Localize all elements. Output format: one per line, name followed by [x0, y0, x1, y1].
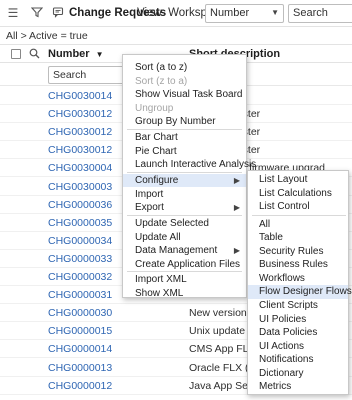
search-input[interactable]: Search — [288, 4, 352, 23]
menu-item-label: Configure — [135, 175, 179, 186]
menu-item-label: Group By Number — [135, 116, 216, 127]
menu-item-export[interactable]: Export ▶ — [123, 201, 246, 214]
menu-divider — [127, 270, 242, 272]
select-all-checkbox[interactable] — [11, 49, 21, 59]
menu-item-label: Launch Interactive Analysis — [135, 159, 257, 170]
row-number-link[interactable]: CHG0030012 — [48, 126, 112, 138]
row-number-link[interactable]: CHG0000012 — [48, 380, 112, 392]
submenu-item-business-rules[interactable]: Business Rules — [248, 258, 348, 272]
menu-item-pie-chart[interactable]: Pie Chart — [123, 145, 246, 158]
menu-item-label: Import — [135, 188, 164, 200]
row-number-link[interactable]: CHG0000034 — [48, 235, 112, 247]
menu-item-show-visual-task-board[interactable]: Show Visual Task Board — [123, 88, 246, 101]
number-column-search-input[interactable]: Search — [48, 66, 130, 84]
row-number-link[interactable]: CHG0030004 — [48, 162, 112, 174]
row-number-link[interactable]: CHG0000013 — [48, 362, 112, 374]
menu-item-sort-z-to-a[interactable]: Sort (z to a) — [123, 75, 246, 88]
filter-icon[interactable] — [30, 6, 44, 20]
row-number-link[interactable]: CHG0030003 — [48, 181, 112, 193]
menu-item-configure[interactable]: Configure ▶ — [123, 174, 246, 187]
column-header-number[interactable]: Number ▼ — [48, 48, 104, 60]
menu-item-update-all[interactable]: Update All — [123, 231, 246, 244]
menu-item-label: Bar Chart — [135, 132, 178, 143]
menu-item-sort-a-to-z[interactable]: Sort (a to z) — [123, 61, 246, 74]
submenu-item-client-scripts[interactable]: Client Scripts — [248, 299, 348, 313]
breadcrumb[interactable]: All > Active = true — [6, 30, 88, 42]
submenu-item-metrics[interactable]: Metrics — [248, 380, 348, 394]
row-number-link[interactable]: CHG0000031 — [48, 289, 112, 301]
menu-item-label: Sort (z to a) — [135, 75, 188, 87]
row-number-link[interactable]: CHG0000015 — [48, 325, 112, 337]
submenu-item-list-calculations[interactable]: List Calculations — [248, 187, 348, 201]
menu-item-label: Show Visual Task Board — [135, 89, 243, 100]
row-number-link[interactable]: CHG0000036 — [48, 199, 112, 211]
menu-item-update-selected[interactable]: Update Selected — [123, 217, 246, 230]
chevron-right-icon: ▶ — [233, 176, 240, 185]
submenu-item-notifications[interactable]: Notifications — [248, 353, 348, 367]
menu-item-label: Create Application Files — [135, 258, 241, 270]
menu-item-import-xml[interactable]: Import XML — [123, 273, 246, 286]
row-number-link[interactable]: CHG0000035 — [48, 217, 112, 229]
menu-item-label: Update Selected — [135, 218, 209, 229]
submenu-item-all[interactable]: All — [248, 218, 348, 232]
submenu-item-data-policies[interactable]: Data Policies — [248, 326, 348, 340]
submenu-item-ui-policies[interactable]: UI Policies — [248, 313, 348, 327]
menu-divider — [127, 171, 242, 173]
submenu-item-workflows[interactable]: Workflows — [248, 272, 348, 286]
menu-item-data-management[interactable]: Data Management ▶ — [123, 244, 246, 257]
menu-item-bar-chart[interactable]: Bar Chart — [123, 131, 246, 144]
menu-item-launch-interactive-analysis[interactable]: Launch Interactive Analysis — [123, 158, 256, 171]
menu-item-import[interactable]: Import — [123, 188, 246, 201]
chevron-right-icon: ▶ — [233, 203, 240, 212]
menu-item-create-application-files[interactable]: Create Application Files — [123, 258, 246, 271]
row-number-link[interactable]: CHG0000014 — [48, 343, 112, 355]
submenu-item-flow-designer-flows[interactable]: Flow Designer Flows — [248, 285, 352, 299]
submenu-item-list-layout[interactable]: List Layout — [248, 173, 348, 187]
menu-item-label: Import XML — [135, 274, 187, 285]
submenu-item-security-rules[interactable]: Security Rules — [248, 245, 348, 259]
submenu-item-table[interactable]: Table — [248, 231, 348, 245]
row-number-link[interactable]: CHG0030012 — [48, 144, 112, 156]
menu-divider — [252, 214, 346, 216]
submenu-item-ui-actions[interactable]: UI Actions — [248, 340, 348, 354]
row-number-link[interactable]: CHG0030012 — [48, 108, 112, 120]
row-number-link[interactable]: CHG0000030 — [48, 307, 112, 319]
menu-item-label: Data Management — [135, 245, 218, 256]
list-toolbar: ☰ Change Requests View: Workspace Number… — [0, 0, 352, 27]
chevron-down-icon: ▼ — [271, 8, 279, 17]
menu-item-label: Update All — [135, 231, 181, 243]
search-field-select[interactable]: Number ▼ — [205, 4, 284, 23]
column-context-menu: Sort (a to z) Sort (z to a) Show Visual Ta… — [122, 54, 256, 300]
chat-bubble-icon[interactable] — [51, 6, 65, 20]
sort-descending-icon: ▼ — [95, 50, 104, 59]
search-icon[interactable] — [29, 48, 40, 62]
chevron-right-icon: ▶ — [233, 246, 240, 255]
row-short-description: Unix update — [189, 325, 246, 338]
menu-divider — [127, 128, 242, 130]
menu-item-label: Pie Chart — [135, 145, 177, 157]
hamburger-icon[interactable]: ☰ — [6, 6, 20, 20]
submenu-item-dictionary[interactable]: Dictionary — [248, 367, 348, 381]
search-field-value: Number — [210, 7, 250, 19]
menu-item-label: Show XML — [135, 287, 184, 299]
configure-submenu: List Layout List Calculations List Control… — [247, 170, 352, 395]
menu-item-label: Export — [135, 202, 164, 213]
row-number-link[interactable]: CHG0000033 — [48, 253, 112, 265]
column-header-number-label: Number — [48, 48, 90, 60]
menu-item-group-by-number[interactable]: Group By Number — [123, 115, 246, 128]
menu-item-label: Ungroup — [135, 102, 174, 114]
submenu-item-list-control[interactable]: List Control — [248, 200, 348, 214]
menu-divider — [127, 214, 242, 216]
menu-item-ungroup[interactable]: Ungroup — [123, 102, 246, 115]
row-number-link[interactable]: CHG0000032 — [48, 271, 112, 283]
menu-item-show-xml[interactable]: Show XML — [123, 287, 246, 300]
row-number-link[interactable]: CHG0030014 — [48, 90, 112, 102]
menu-item-label: Sort (a to z) — [135, 62, 188, 73]
